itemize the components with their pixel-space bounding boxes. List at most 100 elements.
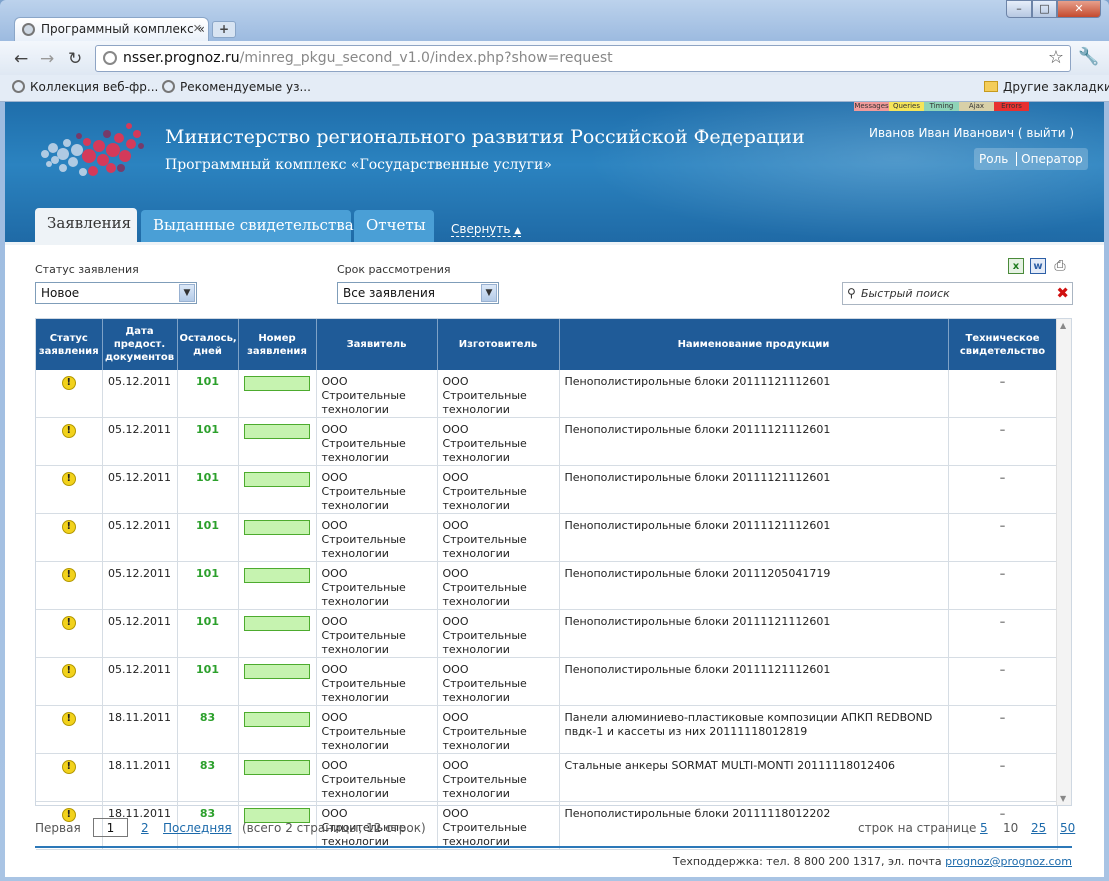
other-bookmarks[interactable]: Другие закладки <box>984 80 1109 94</box>
col-product[interactable]: Наименование продукции <box>559 319 949 370</box>
current-page-input[interactable]: 1 <box>93 818 128 837</box>
globe-icon <box>22 23 35 36</box>
pager-first[interactable]: Первая <box>35 821 81 835</box>
applicant-cell: ООО Строительные технологии <box>316 465 438 514</box>
debug-timing[interactable]: Timing <box>924 102 959 111</box>
col-applicant[interactable]: Заявитель <box>316 319 438 370</box>
table-row[interactable]: ! 05.12.2011 101 ООО Строительные технологи… <box>36 465 1058 514</box>
bookmark-label: Коллекция веб-фр... <box>30 80 159 94</box>
per-page-10: 10 <box>1003 821 1019 835</box>
table-row[interactable]: ! 05.12.2011 101 ООО Строительные технологи… <box>36 657 1058 706</box>
pagination: Первая 1 2 Последняя (всего 2 страницы, … <box>35 818 1075 838</box>
table-row[interactable]: ! 05.12.2011 101 ООО Строительные технологи… <box>36 561 1058 610</box>
col-request-number[interactable]: Номер заявления <box>238 319 317 370</box>
role-box[interactable]: Роль Оператор <box>974 148 1088 170</box>
col-status[interactable]: Статус заявления <box>36 319 103 370</box>
term-select[interactable]: Все заявления ▼ <box>337 282 499 304</box>
page-icon <box>103 51 117 65</box>
requests-grid: Статус заявления Дата предост. документо… <box>35 318 1072 850</box>
url-path: /minreg_pkgu_second_v1.0/index.php?show=… <box>239 50 613 66</box>
debug-messages[interactable]: Messages <box>854 102 889 111</box>
bookmark-item[interactable]: Коллекция веб-фр... <box>12 80 158 94</box>
word-icon[interactable]: w <box>1030 258 1046 274</box>
request-number-field[interactable] <box>243 472 310 487</box>
clear-search-icon[interactable]: ✖ <box>1056 284 1069 302</box>
request-number-field[interactable] <box>243 376 310 391</box>
request-number-field[interactable] <box>243 568 310 583</box>
close-tab-icon[interactable]: ✕ <box>193 22 202 35</box>
status-cell: ! <box>36 657 103 706</box>
warning-icon: ! <box>61 712 76 726</box>
collapse-link[interactable]: Свернуть ▲ <box>451 222 522 237</box>
bookmark-star-icon[interactable]: ☆ <box>1048 47 1064 68</box>
days-left-cell: 101 <box>177 513 239 562</box>
minimize-icon[interactable]: – <box>1006 0 1032 18</box>
pager-last[interactable]: Последняя <box>163 821 232 835</box>
table-row[interactable]: ! 05.12.2011 101 ООО Строительные технологи… <box>36 417 1058 466</box>
request-number-field[interactable] <box>243 712 310 727</box>
tab-certificates[interactable]: Выданные свидетельства <box>141 210 354 242</box>
request-number-field[interactable] <box>243 520 310 535</box>
reload-icon[interactable]: ↻ <box>68 49 82 69</box>
close-window-icon[interactable]: ✕ <box>1057 0 1101 18</box>
debug-errors[interactable]: Errors <box>994 102 1029 111</box>
col-certificate[interactable]: Техническое свидетельство <box>948 319 1058 370</box>
table-row[interactable]: ! 05.12.2011 101 ООО Строительные технологи… <box>36 513 1058 562</box>
tab-reports[interactable]: Отчеты <box>354 210 434 242</box>
product-cell: Панели алюминиево-пластиковые композиции… <box>559 705 949 754</box>
tab-requests[interactable]: Заявления <box>35 208 137 242</box>
wrench-icon[interactable]: 🔧 <box>1078 47 1099 67</box>
manufacturer-cell: ООО Строительные технологии <box>437 417 560 466</box>
table-row[interactable]: ! 18.11.2011 83 ООО Строительные технологии… <box>36 753 1058 802</box>
scroll-up-icon[interactable]: ▲ <box>1060 321 1066 330</box>
request-number-field[interactable] <box>243 424 310 439</box>
request-number-cell <box>238 753 317 802</box>
per-page-25[interactable]: 25 <box>1031 821 1046 835</box>
print-icon[interactable]: ⎙ <box>1052 258 1068 274</box>
browser-tab[interactable]: Программный комплекс « ✕ <box>14 17 209 41</box>
vertical-scrollbar[interactable]: ▲ ▼ <box>1056 319 1071 805</box>
new-tab-button[interactable]: + <box>212 21 236 38</box>
user-name[interactable]: Иванов Иван Иванович ( выйти ) <box>869 126 1074 140</box>
request-number-field[interactable] <box>243 616 310 631</box>
table-row[interactable]: ! 05.12.2011 101 ООО Строительные технологи… <box>36 609 1058 658</box>
back-icon[interactable]: ← <box>14 49 28 69</box>
excel-icon[interactable]: x <box>1008 258 1024 274</box>
col-days-left[interactable]: Осталось, дней <box>177 319 239 370</box>
product-cell: Пенополистирольные блоки 20111121112601 <box>559 513 949 562</box>
days-left-cell: 83 <box>177 705 239 754</box>
quick-search-input[interactable]: ⚲ Быстрый поиск ✖ <box>842 282 1073 305</box>
days-left-cell: 101 <box>177 657 239 706</box>
request-number-cell <box>238 465 317 514</box>
table-row[interactable]: ! 18.11.2011 83 ООО Строительные технологии… <box>36 705 1058 754</box>
per-page-50[interactable]: 50 <box>1060 821 1075 835</box>
bookmark-item[interactable]: Рекомендуемые уз... <box>162 80 311 94</box>
scroll-down-icon[interactable]: ▼ <box>1060 794 1066 803</box>
manufacturer-cell: ООО Строительные технологии <box>437 370 560 418</box>
status-cell: ! <box>36 465 103 514</box>
maximize-icon[interactable]: □ <box>1032 0 1057 18</box>
request-number-field[interactable] <box>243 664 310 679</box>
date-cell: 05.12.2011 <box>102 657 178 706</box>
support-email-link[interactable]: prognoz@prognoz.com <box>945 855 1072 868</box>
table-row[interactable]: ! 05.12.2011 101 ООО Строительные технологи… <box>36 370 1058 418</box>
applicant-cell: ООО Строительные технологии <box>316 609 438 658</box>
certificate-cell: – <box>948 705 1058 754</box>
status-cell: ! <box>36 705 103 754</box>
debug-ajax[interactable]: Ajax <box>959 102 994 111</box>
debug-queries[interactable]: Queries <box>889 102 924 111</box>
status-select-value: Новое <box>41 286 80 300</box>
forward-icon[interactable]: → <box>40 49 54 69</box>
page-content: Министерство регионального развития Росс… <box>5 102 1104 877</box>
days-left-cell: 83 <box>177 753 239 802</box>
manufacturer-cell: ООО Строительные технологии <box>437 609 560 658</box>
request-number-field[interactable] <box>243 760 310 775</box>
pager-page-2[interactable]: 2 <box>141 821 149 835</box>
per-page-5[interactable]: 5 <box>980 821 988 835</box>
col-date[interactable]: Дата предост. документов <box>102 319 178 370</box>
request-number-cell <box>238 609 317 658</box>
status-select[interactable]: Новое ▼ <box>35 282 197 304</box>
applicant-cell: ООО Строительные технологии <box>316 705 438 754</box>
address-bar[interactable]: nsser.prognoz.ru/minreg_pkgu_second_v1.0… <box>95 45 1071 72</box>
col-manufacturer[interactable]: Изготовитель <box>437 319 560 370</box>
